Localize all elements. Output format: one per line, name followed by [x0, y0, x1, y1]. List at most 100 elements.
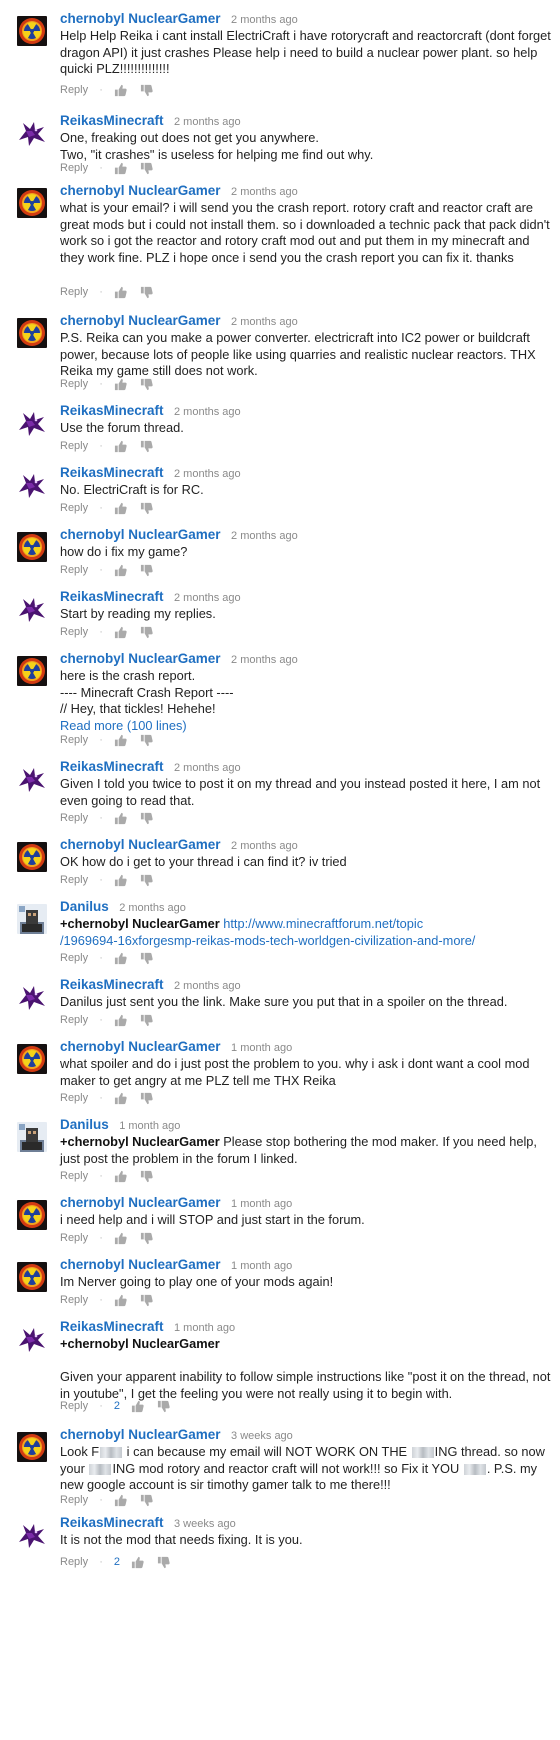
comment-timestamp[interactable]: 2 months ago	[174, 980, 241, 992]
reply-button[interactable]: Reply	[60, 624, 88, 640]
avatar[interactable]	[17, 188, 47, 218]
reply-button[interactable]: Reply	[60, 82, 88, 98]
thumbs-up-icon[interactable]	[131, 1556, 144, 1569]
comment-timestamp[interactable]: 2 months ago	[174, 592, 241, 604]
avatar[interactable]	[17, 470, 47, 500]
thumbs-down-icon[interactable]	[140, 1232, 153, 1245]
reply-button[interactable]: Reply	[60, 1090, 88, 1106]
thumbs-up-icon[interactable]	[114, 502, 127, 515]
thumbs-down-icon[interactable]	[140, 952, 153, 965]
avatar[interactable]	[17, 982, 47, 1012]
comment-timestamp[interactable]: 2 months ago	[231, 840, 298, 852]
thumbs-down-icon[interactable]	[157, 1556, 170, 1569]
reply-button[interactable]: Reply	[60, 810, 88, 826]
thumbs-up-icon[interactable]	[114, 626, 127, 639]
comment-timestamp[interactable]: 1 month ago	[174, 1322, 235, 1334]
reply-button[interactable]: Reply	[60, 1292, 88, 1308]
comment-author[interactable]: chernobyl NuclearGamer	[60, 11, 221, 26]
avatar[interactable]	[17, 118, 47, 148]
thumbs-down-icon[interactable]	[140, 286, 153, 299]
thumbs-down-icon[interactable]	[140, 1092, 153, 1105]
thumbs-up-icon[interactable]	[114, 1232, 127, 1245]
comment-author[interactable]: chernobyl NuclearGamer	[60, 1195, 221, 1210]
comment-author[interactable]: Danilus	[60, 1117, 109, 1132]
comment-author[interactable]: Danilus	[60, 899, 109, 914]
avatar[interactable]	[17, 318, 47, 348]
thumbs-down-icon[interactable]	[140, 564, 153, 577]
comment-author[interactable]: ReikasMinecraft	[60, 1319, 164, 1334]
reply-button[interactable]: Reply	[60, 160, 88, 176]
thumbs-up-icon[interactable]	[114, 734, 127, 747]
reply-button[interactable]: Reply	[60, 438, 88, 454]
comment-timestamp[interactable]: 3 weeks ago	[231, 1430, 293, 1442]
comment-author[interactable]: chernobyl NuclearGamer	[60, 1427, 221, 1442]
comment-timestamp[interactable]: 2 months ago	[174, 468, 241, 480]
thumbs-up-icon[interactable]	[114, 812, 127, 825]
avatar[interactable]	[17, 1520, 47, 1550]
thumbs-up-icon[interactable]	[114, 1170, 127, 1183]
thumbs-up-icon[interactable]	[114, 162, 127, 175]
avatar[interactable]	[17, 656, 47, 686]
comment-timestamp[interactable]: 2 months ago	[174, 406, 241, 418]
avatar[interactable]	[17, 532, 47, 562]
comment-timestamp[interactable]: 3 weeks ago	[174, 1518, 236, 1530]
thumbs-up-icon[interactable]	[114, 952, 127, 965]
comment-author[interactable]: ReikasMinecraft	[60, 465, 164, 480]
thumbs-down-icon[interactable]	[140, 162, 153, 175]
reply-button[interactable]: Reply	[60, 732, 88, 748]
comment-timestamp[interactable]: 2 months ago	[174, 116, 241, 128]
avatar[interactable]	[17, 1122, 47, 1152]
thumbs-down-icon[interactable]	[140, 1494, 153, 1507]
comment-timestamp[interactable]: 1 month ago	[231, 1042, 292, 1054]
avatar[interactable]	[17, 1324, 47, 1354]
reply-button[interactable]: Reply	[60, 950, 88, 966]
reply-button[interactable]: Reply	[60, 1230, 88, 1246]
thumbs-down-icon[interactable]	[140, 1014, 153, 1027]
thumbs-down-icon[interactable]	[140, 440, 153, 453]
avatar[interactable]	[17, 1432, 47, 1462]
reply-button[interactable]: Reply	[60, 1012, 88, 1028]
comment-author[interactable]: chernobyl NuclearGamer	[60, 527, 221, 542]
comment-timestamp[interactable]: 2 months ago	[119, 902, 186, 914]
thumbs-up-icon[interactable]	[114, 1092, 127, 1105]
comment-timestamp[interactable]: 2 months ago	[231, 186, 298, 198]
avatar[interactable]	[17, 16, 47, 46]
thumbs-down-icon[interactable]	[140, 874, 153, 887]
thumbs-down-icon[interactable]	[157, 1400, 170, 1413]
thumbs-down-icon[interactable]	[140, 734, 153, 747]
thumbs-up-icon[interactable]	[114, 1014, 127, 1027]
comment-timestamp[interactable]: 2 months ago	[231, 530, 298, 542]
comment-author[interactable]: ReikasMinecraft	[60, 589, 164, 604]
avatar[interactable]	[17, 904, 47, 934]
user-mention[interactable]: +chernobyl NuclearGamer	[60, 916, 220, 931]
comment-author[interactable]: chernobyl NuclearGamer	[60, 183, 221, 198]
reply-button[interactable]: Reply	[60, 1168, 88, 1184]
comment-author[interactable]: ReikasMinecraft	[60, 1515, 164, 1530]
thumbs-up-icon[interactable]	[114, 1294, 127, 1307]
avatar[interactable]	[17, 594, 47, 624]
thumbs-up-icon[interactable]	[114, 440, 127, 453]
reply-button[interactable]: Reply	[60, 1398, 88, 1414]
reply-button[interactable]: Reply	[60, 872, 88, 888]
thumbs-down-icon[interactable]	[140, 378, 153, 391]
reply-button[interactable]: Reply	[60, 1554, 88, 1570]
comment-author[interactable]: chernobyl NuclearGamer	[60, 651, 221, 666]
comment-timestamp[interactable]: 2 months ago	[231, 316, 298, 328]
thumbs-up-icon[interactable]	[114, 286, 127, 299]
comment-author[interactable]: ReikasMinecraft	[60, 403, 164, 418]
avatar[interactable]	[17, 1262, 47, 1292]
comment-author[interactable]: chernobyl NuclearGamer	[60, 837, 221, 852]
thumbs-down-icon[interactable]	[140, 1294, 153, 1307]
comment-author[interactable]: ReikasMinecraft	[60, 113, 164, 128]
thumbs-up-icon[interactable]	[114, 1494, 127, 1507]
thumbs-up-icon[interactable]	[114, 378, 127, 391]
comment-timestamp[interactable]: 1 month ago	[119, 1120, 180, 1132]
comment-timestamp[interactable]: 1 month ago	[231, 1260, 292, 1272]
avatar[interactable]	[17, 842, 47, 872]
avatar[interactable]	[17, 1044, 47, 1074]
user-mention[interactable]: +chernobyl NuclearGamer	[60, 1336, 220, 1351]
comment-author[interactable]: chernobyl NuclearGamer	[60, 1257, 221, 1272]
comment-author[interactable]: chernobyl NuclearGamer	[60, 1039, 221, 1054]
thumbs-down-icon[interactable]	[140, 812, 153, 825]
avatar[interactable]	[17, 764, 47, 794]
